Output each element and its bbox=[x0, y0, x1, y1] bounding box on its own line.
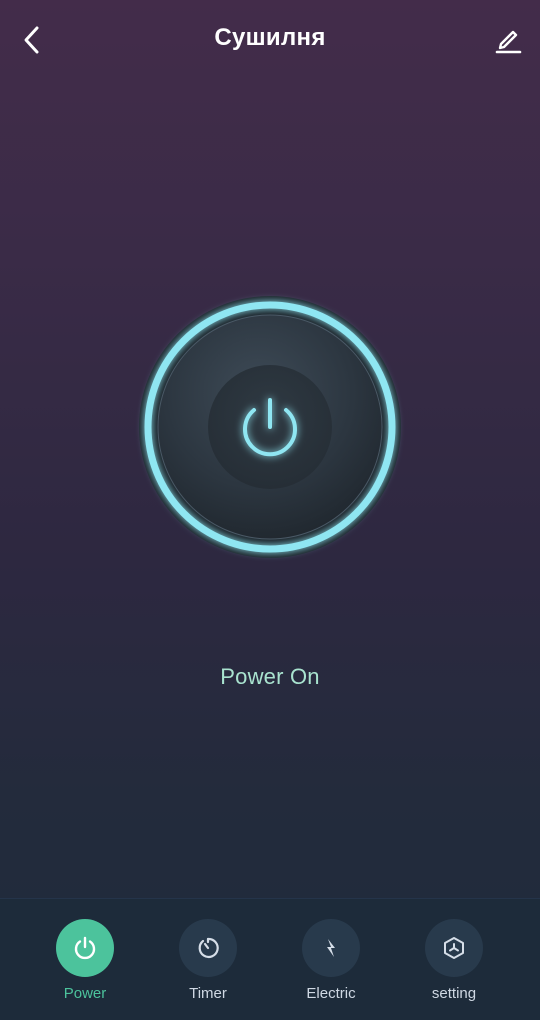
back-button[interactable] bbox=[14, 22, 50, 58]
tab-power-circle bbox=[56, 919, 114, 977]
pencil-edit-icon bbox=[495, 30, 522, 54]
tab-power-label: Power bbox=[63, 985, 107, 1002]
timer-icon bbox=[198, 937, 219, 959]
tab-timer[interactable]: Timer bbox=[153, 919, 263, 1009]
chevron-left-icon bbox=[24, 26, 39, 54]
tab-setting[interactable]: setting bbox=[399, 919, 509, 1009]
tab-electric[interactable]: Electric bbox=[276, 919, 386, 1009]
power-status-text: Power On bbox=[220, 664, 320, 689]
tab-power[interactable]: Power bbox=[30, 919, 140, 1009]
bottom-tab-bar: Power Timer Electric setting bbox=[0, 898, 540, 1020]
header: Сушилня bbox=[0, 0, 540, 84]
cube-setting-icon bbox=[444, 937, 464, 959]
tab-timer-label: Timer bbox=[189, 985, 227, 1002]
tab-timer-circle bbox=[179, 919, 237, 977]
edit-button[interactable] bbox=[488, 20, 528, 60]
tab-setting-circle bbox=[425, 919, 483, 977]
page-title: Сушилня bbox=[214, 24, 326, 51]
power-toggle-button[interactable] bbox=[135, 292, 405, 562]
tab-electric-circle bbox=[302, 919, 360, 977]
tab-electric-label: Electric bbox=[306, 985, 356, 1002]
power-icon bbox=[74, 936, 96, 960]
tab-setting-label: setting bbox=[431, 985, 477, 1002]
lightning-icon bbox=[327, 939, 335, 957]
